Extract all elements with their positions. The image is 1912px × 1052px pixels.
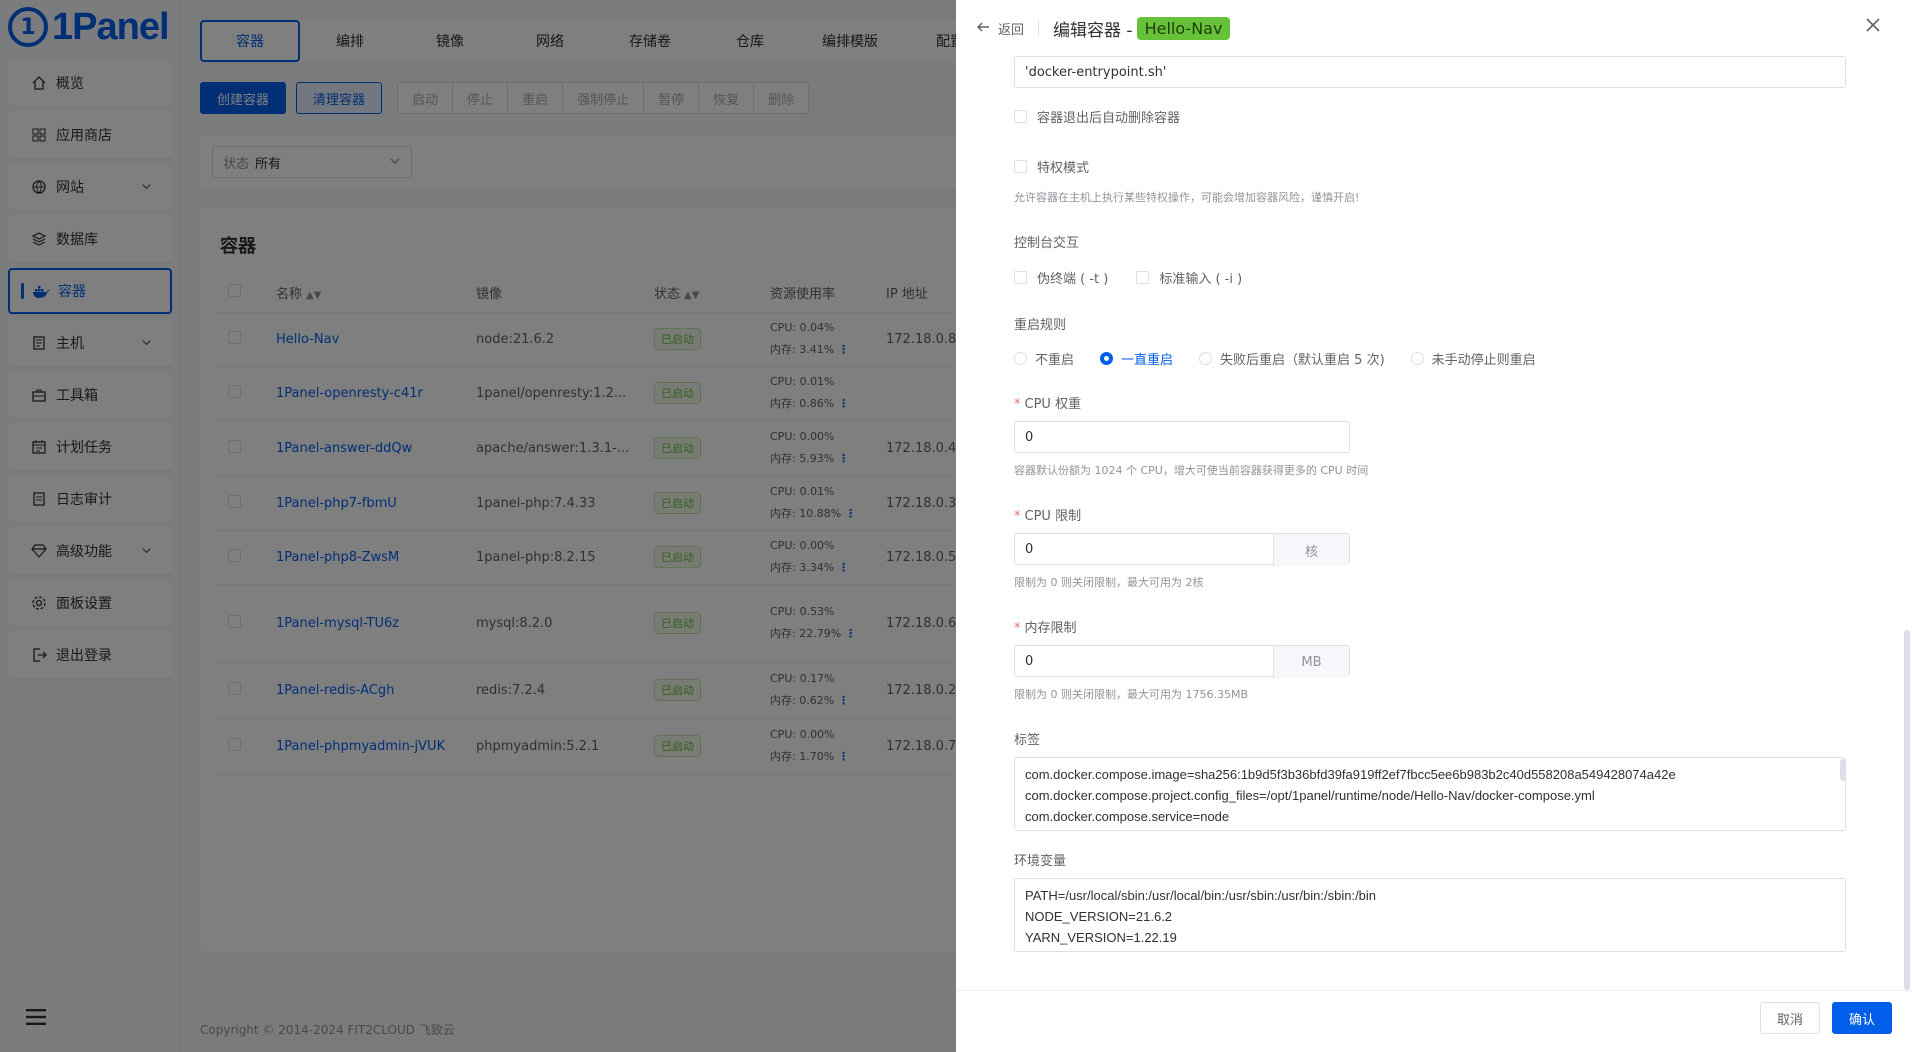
cpu-weight-hint: 容器默认份额为 1024 个 CPU，增大可使当前容器获得更多的 CPU 时间	[1014, 464, 1369, 477]
cpu-weight-label: * CPU 权重	[1014, 397, 1082, 412]
cpu-limit-label-text: CPU 限制	[1024, 509, 1082, 524]
privileged-checkbox[interactable]: 特权模式	[1014, 157, 1089, 176]
edit-container-drawer: 返回 编辑容器 - Hello-Nav 'docker-entrypoint.s…	[956, 0, 1912, 1052]
restart-option-label: 不重启	[1035, 353, 1075, 368]
cpu-weight-label-text: CPU 权重	[1024, 397, 1082, 412]
cpu-limit-value: 0	[1025, 541, 1034, 557]
cpu-weight-input[interactable]: 0	[1014, 421, 1350, 453]
arrow-left-icon	[976, 19, 990, 38]
labels-textarea[interactable]: com.docker.compose.image=sha256:1b9d5f3b…	[1014, 757, 1846, 831]
console-options: 伪终端 ( -t ) 标准输入 ( -i )	[1014, 268, 1242, 287]
cancel-button[interactable]: 取消	[1760, 1002, 1821, 1034]
radio-circle[interactable]	[1410, 352, 1424, 365]
entrypoint-input[interactable]: 'docker-entrypoint.sh'	[1014, 56, 1846, 88]
checkbox-box[interactable]	[1014, 160, 1027, 173]
back-label: 返回	[998, 22, 1025, 38]
restart-option-1[interactable]: 不重启	[1014, 349, 1074, 368]
labels-label: 标签	[1014, 733, 1041, 748]
restart-option-2[interactable]: 一直重启	[1100, 349, 1173, 368]
restart-option-label: 一直重启	[1121, 353, 1174, 368]
cpu-limit-hint: 限制为 0 则关闭限制，最大可用为 2核	[1014, 576, 1204, 589]
console-label: 控制台交互	[1014, 236, 1080, 251]
cpu-limit-unit: 核	[1273, 534, 1349, 566]
back-button[interactable]: 返回	[976, 19, 1024, 38]
radio-circle[interactable]	[1100, 352, 1114, 365]
tty-label[interactable]: 伪终端 ( -t )	[1037, 268, 1108, 287]
checkbox-box[interactable]	[1014, 110, 1027, 123]
drawer-scrollbar[interactable]	[1904, 630, 1910, 990]
stdin-checkbox[interactable]	[1136, 271, 1150, 284]
radio-circle[interactable]	[1014, 352, 1027, 365]
stdin-label[interactable]: 标准输入 ( -i )	[1159, 268, 1242, 287]
entrypoint-value: 'docker-entrypoint.sh'	[1025, 64, 1167, 80]
privileged-hint: 允许容器在主机上执行某些特权操作，可能会增加容器风险，谨慎开启!	[1014, 191, 1360, 204]
mem-limit-value: 0	[1025, 653, 1034, 669]
env-label: 环境变量	[1014, 854, 1067, 869]
close-icon[interactable]	[1864, 16, 1882, 38]
restart-policy-radio-group: 不重启 一直重启 失败后重启（默认重启 5 次) 未手动停止则重启	[1014, 349, 1562, 368]
mem-limit-label: * 内存限制	[1014, 621, 1077, 636]
restart-option-4[interactable]: 未手动停止则重启	[1410, 349, 1536, 368]
labels-scrollbar[interactable]	[1840, 759, 1846, 781]
restart-option-3[interactable]: 失败后重启（默认重启 5 次)	[1199, 349, 1385, 368]
cpu-weight-value: 0	[1025, 429, 1034, 445]
container-name-tag: Hello-Nav	[1136, 16, 1231, 40]
restart-label: 重启规则	[1014, 318, 1067, 333]
drawer-footer: 取消 确认	[956, 990, 1912, 1052]
cpu-limit-label: * CPU 限制	[1014, 509, 1082, 524]
header-divider	[1038, 20, 1040, 36]
env-textarea[interactable]: PATH=/usr/local/sbin:/usr/local/bin:/usr…	[1014, 878, 1846, 952]
radio-circle[interactable]	[1199, 352, 1213, 365]
restart-option-label: 未手动停止则重启	[1431, 353, 1536, 368]
mem-limit-input[interactable]: 0 MB	[1014, 645, 1350, 678]
mem-limit-label-text: 内存限制	[1024, 621, 1077, 636]
restart-option-label: 失败后重启（默认重启 5 次)	[1220, 353, 1385, 368]
privileged-label: 特权模式	[1037, 161, 1090, 176]
drawer-header: 返回 编辑容器 - Hello-Nav	[956, 0, 1912, 56]
tty-checkbox[interactable]	[1014, 271, 1027, 284]
mem-limit-hint: 限制为 0 则关闭限制，最大可用为 1756.35MB	[1014, 688, 1249, 701]
confirm-button[interactable]: 确认	[1832, 1002, 1893, 1034]
drawer-title: 编辑容器 -	[1053, 20, 1133, 41]
auto-remove-label: 容器退出后自动删除容器	[1037, 111, 1181, 126]
mem-limit-unit: MB	[1273, 646, 1349, 678]
auto-remove-checkbox[interactable]: 容器退出后自动删除容器	[1014, 107, 1180, 126]
cpu-limit-input[interactable]: 0 核	[1014, 533, 1350, 566]
